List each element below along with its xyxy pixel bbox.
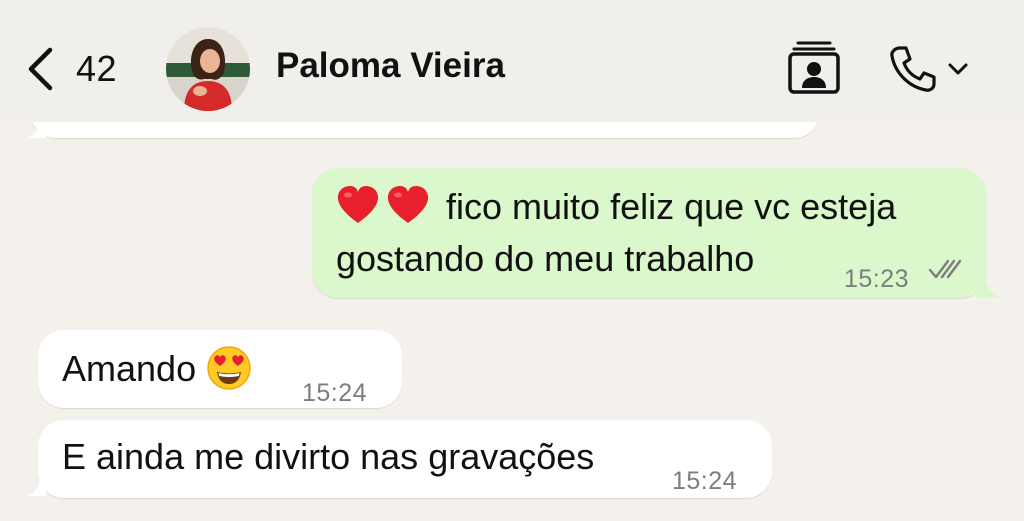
message-timestamp: 15:23 (844, 265, 910, 293)
message-bubble-incoming[interactable]: E ainda me divirto nas gravações 15:24 (38, 420, 772, 498)
message-timestamp: 15:24 (302, 379, 368, 407)
bubble-tail (28, 120, 46, 138)
phone-icon (890, 46, 936, 92)
avatar-photo (166, 27, 250, 111)
double-check-icon (928, 259, 962, 279)
avatar[interactable] (166, 27, 250, 111)
message-text-line-2: gostando do meu trabalho (336, 238, 755, 279)
heart-eyes-emoji (206, 345, 252, 391)
message-bubble-outgoing[interactable]: fico muito feliz que vc esteja gostando … (312, 168, 986, 298)
contact-name[interactable]: Paloma Vieira (276, 46, 505, 86)
chevron-left-icon (28, 47, 53, 91)
back-button[interactable]: 42 (26, 44, 117, 94)
message-timestamp: 15:24 (672, 467, 738, 495)
heart-emoji (386, 185, 430, 225)
bubble-tail (28, 478, 46, 496)
heart-emoji (336, 185, 380, 225)
message-bubble-incoming[interactable]: Amando 15:24 (38, 330, 402, 408)
bubble-tail (976, 278, 1000, 298)
message-text: E ainda me divirto nas gravações (62, 436, 595, 477)
chat-header: 42 Paloma Vieira (0, 0, 1024, 122)
unread-count: 42 (76, 48, 118, 89)
contact-card-icon (788, 41, 840, 94)
chevron-down-icon (948, 63, 968, 75)
message-text-line-1: fico muito feliz que vc esteja (446, 186, 897, 227)
contact-card-button[interactable] (786, 38, 842, 94)
message-text: Amando (62, 348, 197, 389)
call-button[interactable] (888, 44, 972, 94)
